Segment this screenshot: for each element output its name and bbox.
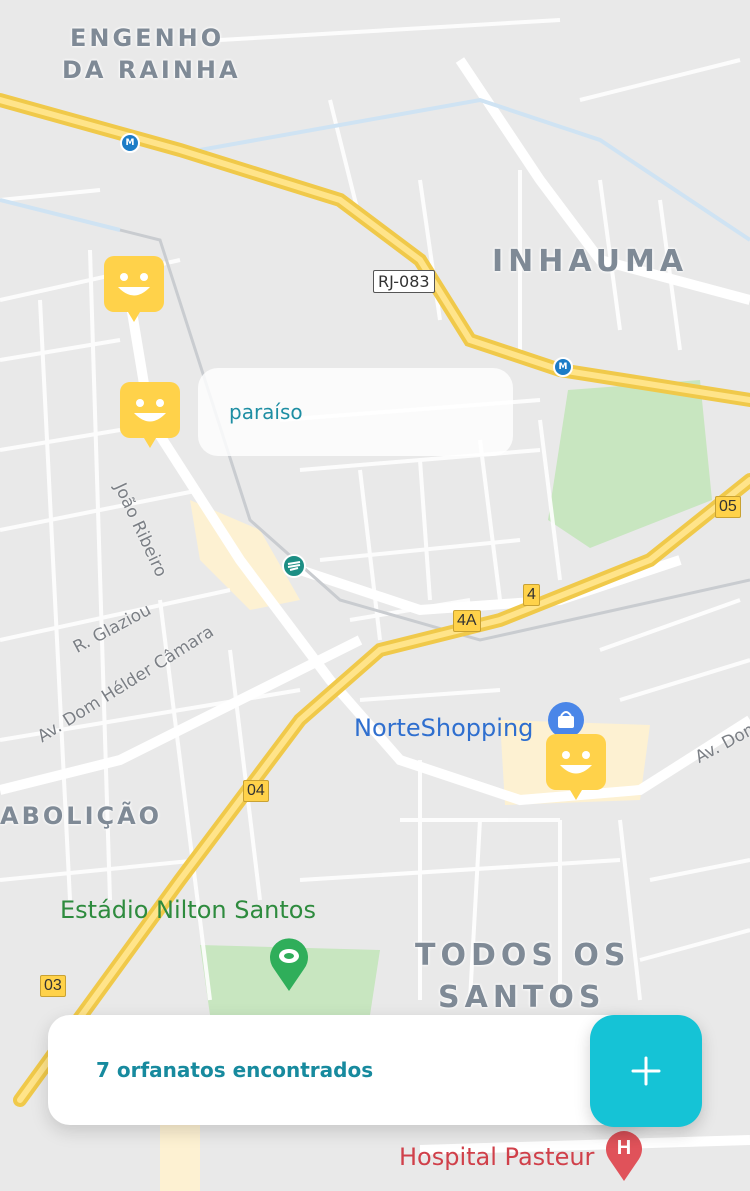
app-screen: ENGENHO DA RAINHA INHAUMA ABOLIÇÃO TODOS…: [0, 0, 750, 1191]
metro-icon: M: [120, 133, 140, 153]
map[interactable]: [0, 0, 750, 1191]
results-count-text: 7 orfanatos encontrados: [96, 1058, 374, 1082]
orphanage-marker-smiley-icon[interactable]: [120, 382, 180, 452]
route-shield: 4: [523, 584, 540, 606]
poi-label-shopping[interactable]: NorteShopping: [354, 714, 533, 742]
district-label: TODOS OS: [415, 938, 631, 973]
metro-icon: M: [553, 357, 573, 377]
route-shield: 04: [243, 780, 269, 802]
poi-label-stadium[interactable]: Estádio Nilton Santos: [60, 896, 316, 924]
route-shield: 05: [715, 496, 741, 518]
add-orphanage-button[interactable]: [590, 1015, 702, 1127]
route-shield: RJ-083: [373, 270, 435, 293]
svg-text:H: H: [617, 1137, 631, 1159]
plus-icon: [631, 1056, 661, 1086]
route-shield: 4A: [453, 610, 481, 632]
callout-title[interactable]: paraíso: [229, 400, 303, 424]
results-footer: 7 orfanatos encontrados: [48, 1015, 648, 1125]
district-label: ABOLIÇÃO: [0, 802, 163, 830]
district-label: SANTOS: [438, 980, 606, 1015]
hospital-icon[interactable]: H: [604, 1125, 644, 1183]
district-label: DA RAINHA: [62, 56, 241, 84]
orphanage-marker-smiley-icon[interactable]: [546, 734, 606, 804]
district-label: ENGENHO: [70, 24, 225, 52]
poi-label-hospital[interactable]: Hospital Pasteur: [399, 1143, 594, 1171]
train-station-icon: [282, 554, 306, 578]
marker-callout-popup[interactable]: paraíso: [198, 368, 513, 456]
route-shield: 03: [40, 975, 66, 997]
stadium-icon[interactable]: [268, 935, 310, 993]
orphanage-marker-smiley-icon[interactable]: [104, 256, 164, 326]
district-label: INHAUMA: [492, 244, 689, 279]
